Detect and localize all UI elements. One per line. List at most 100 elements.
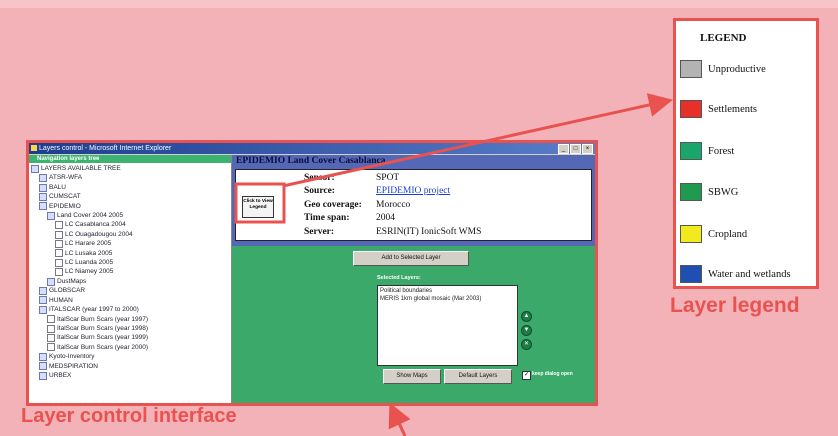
legend-item: Forest bbox=[680, 141, 734, 161]
layer-legend-caption: Layer legend bbox=[670, 294, 800, 317]
top-strip bbox=[0, 0, 838, 8]
move-down-icon[interactable]: ▼ bbox=[521, 325, 532, 336]
selected-layer-item[interactable]: MERIS 1km global mosaic (Mar 2003) bbox=[380, 296, 515, 304]
tree-item[interactable]: LAYERS AVAILABLE TREE bbox=[29, 164, 231, 173]
tree-item-label: EPIDEMIO bbox=[49, 202, 81, 210]
tree-item[interactable]: CUMSCAT bbox=[29, 192, 231, 201]
tree-item[interactable]: MEDSPIRATION bbox=[29, 362, 231, 371]
view-legend-button[interactable]: Click to View Legend bbox=[242, 196, 274, 218]
folder-icon bbox=[39, 183, 47, 192]
tree-item[interactable]: BALU bbox=[29, 183, 231, 192]
tree-item-label: LC Ouagadougou 2004 bbox=[65, 230, 133, 238]
tree-item-label: LC Harare 2005 bbox=[65, 240, 112, 248]
document-icon bbox=[47, 324, 55, 333]
show-maps-button[interactable]: Show Maps bbox=[383, 369, 441, 384]
document-icon bbox=[55, 249, 63, 258]
layer-details-panel: EPIDEMIO Land Cover Casablanca Click to … bbox=[232, 155, 595, 403]
tree-item[interactable]: ITALSCAR (year 1997 to 2000) bbox=[29, 305, 231, 314]
tree-item[interactable]: URBEX bbox=[29, 371, 231, 380]
metadata-value: ESRIN(IT) IonicSoft WMS bbox=[376, 226, 482, 237]
tree-item-label: Land Cover 2004 2005 bbox=[57, 212, 124, 220]
tree-item[interactable]: ItalScar Burn Scars (year 2000) bbox=[29, 343, 231, 352]
folder-icon bbox=[47, 277, 55, 286]
legend-item: SBWG bbox=[680, 182, 738, 202]
tree-item[interactable]: LC Niamey 2005 bbox=[29, 267, 231, 277]
tree-root-icon bbox=[31, 164, 39, 173]
source-link[interactable]: EPIDEMIO project bbox=[376, 186, 450, 196]
tree-item[interactable]: EPIDEMIO bbox=[29, 202, 231, 211]
navigation-panel: Navigation layers tree LAYERS AVAILABLE … bbox=[29, 155, 232, 403]
navigation-header: Navigation layers tree bbox=[29, 155, 231, 163]
layer-control-caption: Layer control interface bbox=[21, 405, 237, 427]
document-icon bbox=[47, 315, 55, 324]
window-title: Layers control - Microsoft Internet Expl… bbox=[39, 145, 172, 152]
document-icon bbox=[47, 343, 55, 352]
close-button[interactable]: × bbox=[582, 144, 593, 154]
tree-item[interactable]: ItalScar Burn Scars (year 1999) bbox=[29, 333, 231, 343]
maximize-button[interactable]: □ bbox=[570, 144, 581, 154]
folder-icon bbox=[39, 371, 47, 380]
minimize-button[interactable]: _ bbox=[558, 144, 569, 154]
move-up-icon[interactable]: ▲ bbox=[521, 311, 532, 322]
legend-item: Unproductive bbox=[680, 59, 766, 79]
tree-item[interactable]: DustMaps bbox=[29, 277, 231, 286]
window-titlebar[interactable]: Layers control - Microsoft Internet Expl… bbox=[29, 143, 595, 154]
tree-item[interactable]: LC Harare 2005 bbox=[29, 239, 231, 248]
folder-icon bbox=[39, 352, 47, 361]
layer-info-box: Click to View Legend Sensor: SPOT Source: E… bbox=[235, 169, 592, 241]
layers-tree: LAYERS AVAILABLE TREE ATSR-WFA BALU CUMSCAT… bbox=[29, 163, 231, 380]
legend-item: Cropland bbox=[680, 224, 747, 244]
remove-icon[interactable]: ✕ bbox=[521, 339, 532, 350]
tree-item[interactable]: GLOBSCAR bbox=[29, 286, 231, 295]
tree-item-label: HUMAN bbox=[49, 296, 73, 304]
tree-item-label: MEDSPIRATION bbox=[49, 362, 98, 370]
tree-item[interactable]: LC Lusaka 2005 bbox=[29, 249, 231, 258]
metadata-row: Time span: 2004 bbox=[304, 212, 481, 226]
selected-layers-list[interactable]: Political boundaries MERIS 1km global mo… bbox=[377, 285, 518, 366]
legend-swatch bbox=[680, 142, 702, 160]
document-icon bbox=[55, 239, 63, 248]
add-to-selected-layer-button[interactable]: Add to Selected Layer bbox=[353, 251, 469, 266]
metadata-value: SPOT bbox=[376, 172, 400, 183]
tree-item-label: GLOBSCAR bbox=[49, 287, 86, 295]
layer-metadata-table: Sensor: SPOT Source: EPIDEMIO project Geo co… bbox=[304, 171, 481, 239]
tree-item[interactable]: Land Cover 2004 2005 bbox=[29, 211, 231, 220]
tree-item[interactable]: LC Casablanca 2004 bbox=[29, 220, 231, 230]
metadata-value: 2004 bbox=[376, 213, 395, 224]
tree-item[interactable]: ItalScar Burn Scars (year 1997) bbox=[29, 315, 231, 324]
tree-item[interactable]: ATSR-WFA bbox=[29, 173, 231, 183]
tree-item[interactable]: LC Ouagadougou 2004 bbox=[29, 230, 231, 239]
document-icon bbox=[47, 334, 55, 343]
layers-control-window: Layers control - Microsoft Internet Expl… bbox=[26, 140, 598, 406]
legend-item: Settlements bbox=[680, 99, 757, 119]
metadata-key: Time span: bbox=[304, 213, 350, 224]
tree-item-label: LAYERS AVAILABLE TREE bbox=[41, 165, 121, 172]
tree-item-label: URBEX bbox=[49, 371, 72, 379]
layer-info-header: EPIDEMIO Land Cover Casablanca Click to … bbox=[232, 155, 595, 246]
selected-layer-item[interactable]: Political boundaries bbox=[380, 288, 515, 296]
metadata-key: Source: bbox=[304, 186, 335, 197]
tree-item-label: ITALSCAR (year 1997 to 2000) bbox=[49, 306, 139, 314]
tree-item[interactable]: LC Luanda 2005 bbox=[29, 258, 231, 267]
tree-item[interactable]: ItalScar Burn Scars (year 1998) bbox=[29, 324, 231, 333]
tree-item-label: ItalScar Burn Scars (year 1998) bbox=[57, 324, 149, 332]
keep-dialog-label: keep dialog open bbox=[532, 371, 573, 377]
tree-item-label: ItalScar Burn Scars (year 2000) bbox=[57, 343, 149, 351]
folder-icon bbox=[39, 174, 47, 183]
ie-icon bbox=[31, 145, 37, 151]
metadata-row: Sensor: SPOT bbox=[304, 171, 481, 185]
metadata-row: Server: ESRIN(IT) IonicSoft WMS bbox=[304, 225, 481, 239]
tree-item-label: LC Casablanca 2004 bbox=[65, 221, 126, 229]
tree-item[interactable]: Kyoto-Inventory bbox=[29, 352, 231, 361]
legend-item: Water and wetlands bbox=[680, 264, 791, 284]
folder-icon bbox=[47, 211, 55, 220]
metadata-value: Morocco bbox=[376, 199, 411, 210]
tree-item[interactable]: HUMAN bbox=[29, 296, 231, 305]
tree-item-label: LC Lusaka 2005 bbox=[65, 249, 113, 257]
keep-dialog-checkbox[interactable]: ✓ bbox=[522, 371, 531, 380]
folder-icon bbox=[39, 305, 47, 314]
metadata-row: Source: EPIDEMIO project bbox=[304, 185, 481, 199]
default-layers-button[interactable]: Default Layers bbox=[444, 369, 512, 384]
metadata-key: Geo coverage: bbox=[304, 199, 362, 210]
tree-item-label: LC Luanda 2005 bbox=[65, 259, 114, 267]
